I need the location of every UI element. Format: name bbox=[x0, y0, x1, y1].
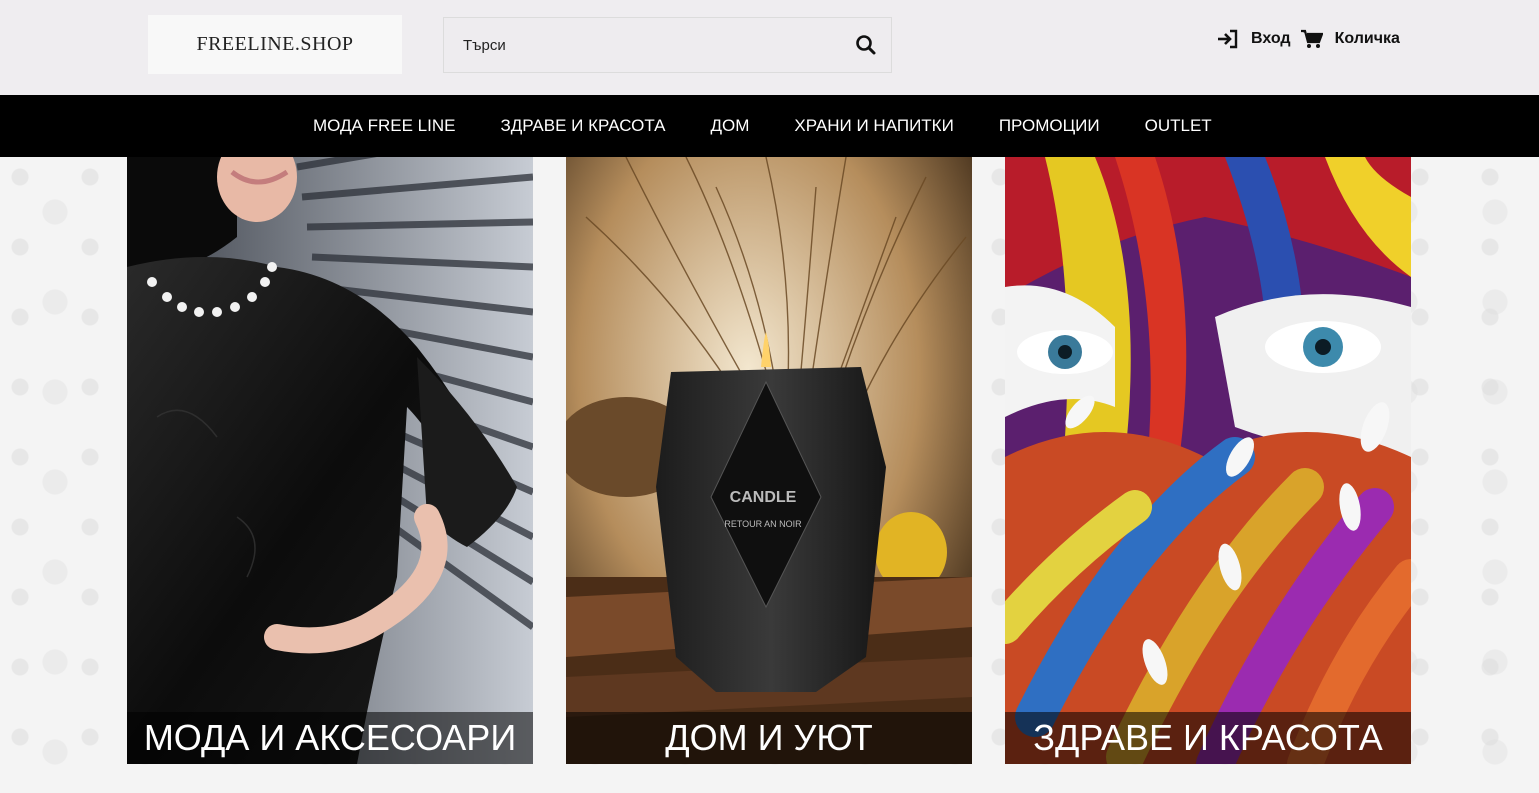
category-card-health-beauty[interactable]: ЗДРАВЕ И КРАСОТА bbox=[1005, 157, 1411, 764]
header: FREELINE.SHOP Вход Количка bbox=[0, 0, 1539, 95]
search-icon bbox=[856, 35, 876, 55]
nav-item-promotions[interactable]: ПРОМОЦИИ bbox=[999, 116, 1100, 136]
site-logo[interactable]: FREELINE.SHOP bbox=[148, 15, 402, 74]
main-nav: МОДА FREE LINE ЗДРАВЕ И КРАСОТА ДОМ ХРАН… bbox=[0, 95, 1539, 157]
nav-item-outlet[interactable]: OUTLET bbox=[1145, 116, 1212, 136]
account-links: Вход Количка bbox=[1217, 28, 1400, 50]
category-card-home[interactable]: CANDLE RETOUR AN NOIR ДОМ И УЮТ bbox=[566, 157, 972, 764]
search-button[interactable] bbox=[855, 34, 877, 56]
fashion-image bbox=[127, 157, 533, 764]
category-title-fashion: МОДА И АКСЕСОАРИ bbox=[127, 712, 533, 764]
nav-item-food-drinks[interactable]: ХРАНИ И НАПИТКИ bbox=[794, 116, 953, 136]
search-box bbox=[443, 17, 892, 73]
sign-in-icon bbox=[1218, 29, 1238, 49]
category-title-health-beauty: ЗДРАВЕ И КРАСОТА bbox=[1005, 712, 1411, 764]
cart-link[interactable]: Количка bbox=[1300, 29, 1400, 49]
login-label: Вход bbox=[1251, 30, 1291, 47]
nav-item-fashion[interactable]: МОДА FREE LINE bbox=[313, 116, 455, 136]
category-title-home: ДОМ И УЮТ bbox=[566, 712, 972, 764]
candle-sub: RETOUR AN NOIR bbox=[724, 519, 802, 529]
health-beauty-image bbox=[1005, 157, 1411, 764]
cart-icon bbox=[1300, 29, 1323, 48]
search-input[interactable] bbox=[444, 18, 844, 72]
login-link[interactable]: Вход bbox=[1217, 29, 1291, 49]
nav-item-health-beauty[interactable]: ЗДРАВЕ И КРАСОТА bbox=[500, 116, 665, 136]
category-card-fashion[interactable]: МОДА И АКСЕСОАРИ bbox=[127, 157, 533, 764]
logo-text: FREELINE.SHOP bbox=[196, 33, 354, 55]
cart-label: Количка bbox=[1334, 30, 1400, 47]
home-image: CANDLE RETOUR AN NOIR bbox=[566, 157, 972, 764]
candle-brand: CANDLE bbox=[730, 489, 797, 506]
nav-item-home[interactable]: ДОМ bbox=[710, 116, 749, 136]
